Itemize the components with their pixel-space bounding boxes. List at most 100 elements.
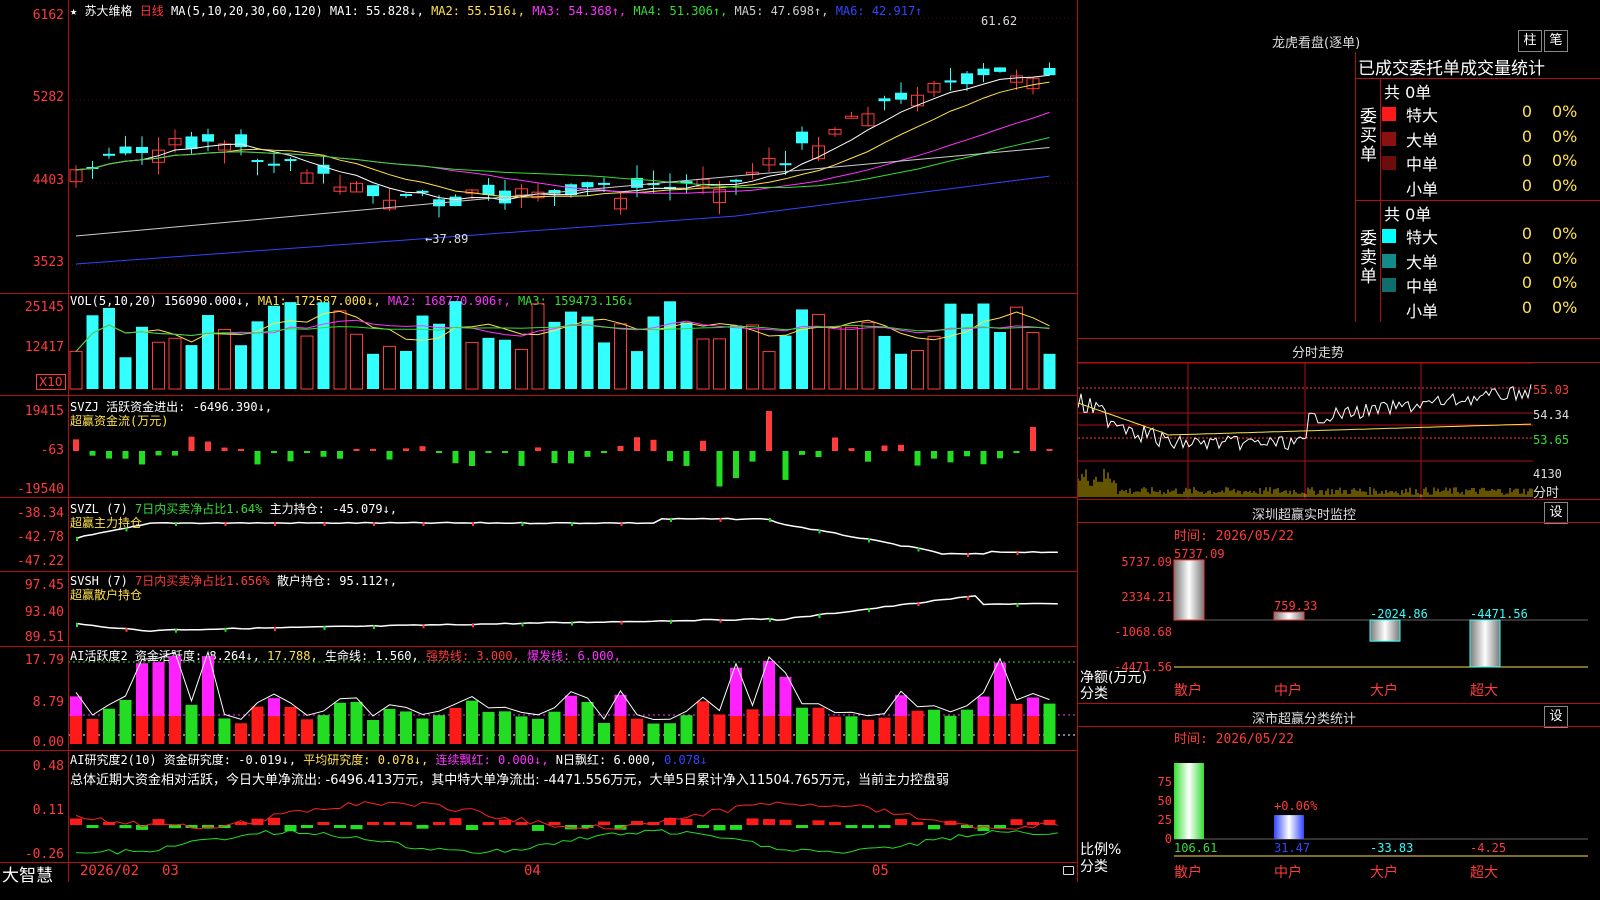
activity-bar [977,696,990,716]
svsh-tick-1: 97.45 [24,578,64,593]
fund-flow-bar [551,451,558,464]
holding-tick [521,622,524,627]
volume-bar [383,345,396,390]
ai-active-chart[interactable] [68,647,1077,750]
fund-flow-bar [1013,451,1020,453]
price-chart[interactable] [68,0,1077,293]
ai-research-panel[interactable]: AI研究度2(10) 资金研究度: -0.019↓, 平均研究度: 0.078↓… [0,751,1077,862]
svzl-panel[interactable]: SVZL (7) 7日内买卖净占比1.64% 主力持仓: -45.079↓, 超… [0,498,1077,571]
fund-flow-bar [172,451,178,456]
volume-bar [531,303,545,390]
sell-row-1: 特大 0 0% [1382,224,1577,248]
intraday-chart[interactable] [1078,363,1600,499]
activity-bar [713,714,726,744]
holding-tick [620,620,623,625]
svsh-chart[interactable] [68,572,1077,646]
ai-research-value-5: 0.078↓ [664,753,708,767]
class-bar [1274,815,1304,839]
monitor-axis-sub: 分类 [1080,686,1108,702]
monitor-settings-button[interactable]: 设 [1544,502,1568,524]
sell-row-3: 中单 0 0% [1382,273,1577,297]
ai-active-panel[interactable]: AI活跃度2 资金活跃度: 8.264↓, 17.788, 生命线: 1.560… [0,647,1077,750]
buy-percent: 0% [1552,126,1578,146]
volume-bar [333,310,347,390]
research-bar [697,825,709,828]
fund-flow-bar [716,451,723,487]
holding-tick [472,522,474,526]
svzl-chart[interactable] [68,498,1077,571]
svsh-line [75,595,1058,633]
research-bar [845,825,858,829]
price-panel[interactable]: ★ 苏大维格 日线 MA(5,10,20,30,60,120) MA1: 55.… [0,0,1077,293]
volume-bar [152,341,165,390]
fund-flow-bar [106,451,112,459]
holding-tick [1016,603,1019,607]
volume-bar [581,316,594,389]
holding-tick [818,529,821,534]
class-chart[interactable]: 75 50 25 0106.61 散户 31.47 中户 -33.83 大户 -4.25 超大 +0.… [1078,744,1600,900]
research-bar [878,825,891,828]
fund-flow-bar [617,445,624,451]
price-tick-1: 6162 [32,8,64,23]
ai-research-value-4: N日飘红: 6.000, [555,753,665,767]
volume-panel[interactable]: VOL(5,10,20) 156090.000↓, MA1: 172587.00… [0,294,1077,395]
date-axis[interactable]: 大智慧 2026/02 03 04 05 [0,863,1077,886]
volume-bar [86,315,99,389]
class-tick: 25 [1158,813,1172,827]
monitor-chart[interactable]: 5737.09 2334.21 -1068.68 -4471.56 5737.09 散户 7… [1078,540,1600,705]
activity-bar [449,707,462,744]
volume-ma-line-3 [75,324,1050,352]
fund-flow-bar [683,451,690,466]
activity-bar [152,716,165,744]
fund-flow-bar [650,439,657,451]
buy-label: 大单 [1406,130,1439,150]
sell-row-2: 大单 0 0% [1382,249,1577,273]
candle-body [284,159,297,162]
volume-bar [911,350,924,390]
candle-body [895,92,907,100]
class-settings-button[interactable]: 设 [1544,706,1568,728]
activity-bar [152,662,165,716]
volume-bar [69,350,83,390]
volume-bar [565,311,577,389]
volume-bar [185,345,198,389]
svzj-tick-1: 19415 [24,404,64,419]
holding-tick [571,621,573,626]
activity-bar [119,699,132,744]
holding-tick [274,522,276,526]
chart-area[interactable]: ★ 苏大维格 日线 MA(5,10,20,30,60,120) MA1: 55.… [0,0,1077,900]
ai-active-tick-2: 8.79 [32,695,64,710]
svzj-panel[interactable]: SVZJ 活跃资金进出: -6496.390↓, 超赢资金流(万元) 19415… [0,396,1077,497]
buy-row-2: 大单 0 0% [1382,126,1578,151]
bar-toggle-button[interactable]: 柱 [1518,30,1542,52]
research-bar [334,825,346,828]
activity-bar [911,710,924,744]
date-label-4: 05 [872,863,889,879]
fund-flow-bar [914,451,921,466]
activity-bar [1027,716,1039,744]
holding-tick [224,627,227,632]
fund-flow-bar [485,451,492,453]
lock-icon[interactable] [1063,866,1074,875]
svsh-panel[interactable]: SVSH (7) 7日内买卖净占比1.656% 散户持仓: 95.112↑, 超… [0,572,1077,646]
monitor-category: 超大 [1470,683,1498,699]
ai-research-chart[interactable] [68,787,1077,861]
candle-body [251,160,264,163]
research-bar [482,822,495,825]
research-bar [598,821,610,825]
activity-bar [796,707,808,744]
ai-research-value-2: 平均研究度: 0.078↓, [303,753,436,767]
sell-count: 0 [1521,297,1532,317]
activity-bar [779,716,792,744]
monitor-category: 散户 [1174,682,1202,699]
monitor-bar [1173,559,1205,621]
svzj-chart[interactable] [68,396,1077,497]
fund-flow-bar [304,451,310,453]
research-bar [416,825,429,829]
volume-chart[interactable] [68,294,1077,395]
volume-bar [878,335,891,389]
candle-body [482,184,495,195]
class-value: -33.83 [1370,841,1413,855]
research-bar [515,822,528,825]
count-toggle-button[interactable]: 笔 [1544,30,1568,52]
